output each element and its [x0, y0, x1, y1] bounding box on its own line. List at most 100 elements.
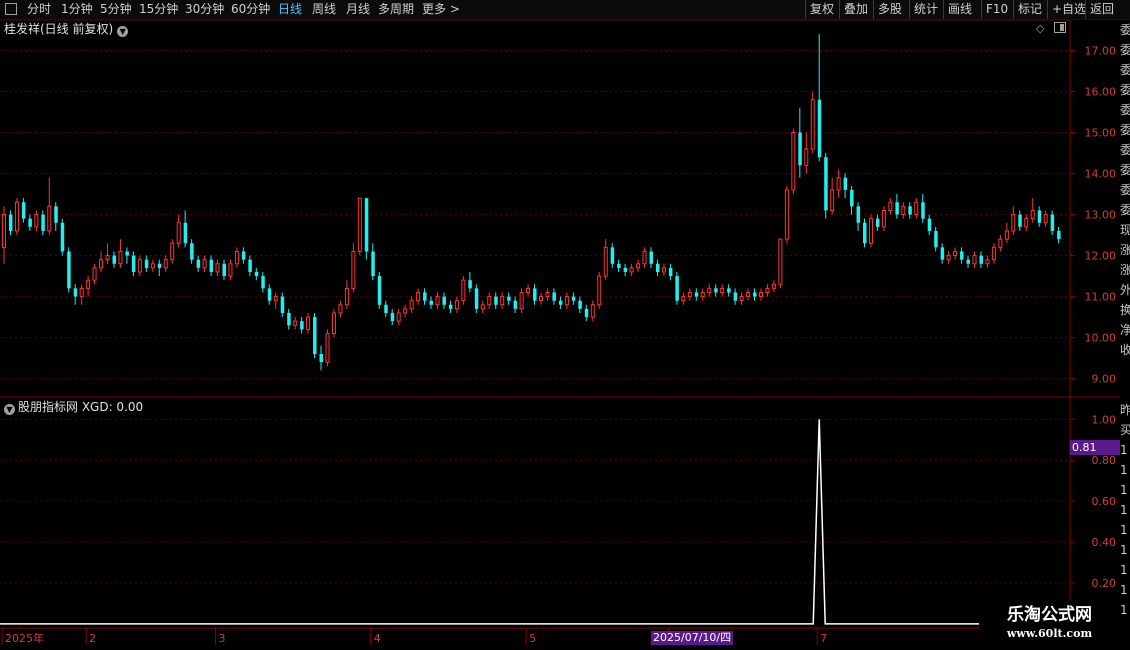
- kline-chart[interactable]: 9.0010.0011.0012.0013.0014.0015.0016.001…: [0, 0, 1130, 650]
- price-tick-label: 16.00: [1085, 86, 1117, 99]
- candle-body: [590, 304, 595, 318]
- panel-icons: ◇: [1036, 22, 1066, 35]
- price-tick-label: 10.00: [1085, 332, 1117, 345]
- candle-body: [112, 255, 116, 264]
- candle-body: [778, 238, 783, 285]
- candle-body: [998, 238, 1003, 248]
- indicator-tick-label: 0.80: [1092, 454, 1117, 467]
- time-axis-label: 2025年: [5, 631, 44, 645]
- time-axis-label: 5: [529, 632, 536, 645]
- candle-body: [927, 218, 932, 231]
- price-tick-label: 9.00: [1092, 373, 1117, 386]
- indicator-panel-title[interactable]: ▼ 股朋指标网 XGD: 0.00: [4, 399, 143, 415]
- candle-body: [791, 132, 796, 191]
- candle-body: [714, 288, 718, 293]
- candle-body: [14, 201, 19, 232]
- candle-body: [47, 205, 52, 232]
- candle-body: [2, 214, 6, 248]
- candle-body: [118, 250, 123, 265]
- price-tick-label: 13.00: [1085, 209, 1117, 222]
- candle-body: [934, 230, 938, 248]
- candle-body: [468, 280, 472, 289]
- candle-body: [287, 312, 291, 326]
- candle-body: [319, 353, 324, 363]
- candle-body: [474, 288, 479, 309]
- sidebar-glyph: 委: [1120, 183, 1130, 197]
- sidebar-glyph: 现: [1120, 223, 1130, 237]
- candle-body: [836, 177, 841, 191]
- candle-body: [991, 246, 996, 261]
- candle-body: [60, 222, 65, 252]
- candle-body: [170, 242, 175, 261]
- candle-body: [513, 300, 518, 309]
- indicator-tick-label: 0.60: [1092, 495, 1117, 508]
- watermark: 乐淘公式网 www.60lt.com: [979, 600, 1120, 645]
- time-axis-label: 7: [820, 632, 827, 645]
- candle-body: [99, 259, 104, 269]
- sidebar-glyph: 1: [1120, 543, 1128, 557]
- candle-body: [610, 247, 615, 264]
- candle-body: [416, 291, 421, 302]
- candle-body: [92, 267, 97, 281]
- price-tick-label: 14.00: [1085, 168, 1117, 181]
- candle-body: [526, 287, 531, 293]
- candle-body: [67, 251, 71, 289]
- candle-body: [817, 99, 822, 158]
- candle-body: [636, 263, 641, 269]
- sidebar-glyph: 净: [1120, 323, 1130, 337]
- sidebar-glyph: 涨: [1120, 243, 1130, 257]
- candle-body: [824, 157, 828, 211]
- sidebar-glyph: 委: [1120, 163, 1130, 177]
- candle-body: [209, 259, 214, 272]
- sidebar-glyph: 收: [1120, 343, 1130, 357]
- stock-title: 桂发祥(日线 前复权): [4, 22, 114, 36]
- candle-body: [881, 209, 886, 228]
- candle-body: [331, 312, 336, 334]
- sidebar-glyph: 1: [1120, 483, 1128, 497]
- candle-body: [423, 292, 427, 301]
- candle-body: [687, 291, 692, 298]
- candle-body: [804, 148, 809, 166]
- candle-body: [1030, 209, 1035, 220]
- sidebar-glyph: 委: [1120, 203, 1130, 217]
- candle-body: [746, 291, 751, 298]
- sidebar-glyph: 昨: [1120, 403, 1130, 417]
- candle-body: [649, 251, 653, 264]
- chevron-down-icon[interactable]: ▼: [117, 26, 129, 37]
- sidebar-glyph: [1120, 380, 1130, 400]
- candle-body: [642, 250, 647, 265]
- sidebar-glyph: 委: [1120, 123, 1130, 137]
- candle-body: [953, 250, 958, 257]
- candle-body: [727, 288, 731, 293]
- candle-body: [681, 296, 686, 302]
- main-panel-title[interactable]: 桂发祥(日线 前复权) ▼: [4, 21, 129, 37]
- candle-body: [131, 255, 136, 272]
- candle-body: [901, 205, 906, 216]
- candle-body: [150, 263, 155, 269]
- candle-body: [545, 291, 550, 298]
- candle-body: [707, 287, 712, 293]
- candle-body: [946, 255, 951, 261]
- sidebar-glyph: 买: [1120, 423, 1130, 437]
- candle-body: [895, 202, 899, 215]
- diamond-icon[interactable]: ◇: [1036, 22, 1044, 35]
- candle-body: [888, 201, 893, 211]
- indicator-tick-label: 0.40: [1092, 536, 1117, 549]
- candle-body: [390, 312, 395, 322]
- candle-body: [875, 218, 880, 227]
- candle-body: [1004, 230, 1009, 240]
- candle-body: [758, 291, 763, 298]
- sidebar-glyph: 委: [1120, 23, 1130, 37]
- sidebar-glyph: 1: [1120, 603, 1128, 617]
- candle-body: [533, 288, 537, 301]
- candle-body: [377, 276, 382, 305]
- candle-body: [617, 263, 621, 268]
- candle-body: [21, 202, 26, 219]
- candle-body: [753, 292, 757, 297]
- candle-body: [396, 312, 401, 322]
- candle-body: [675, 276, 679, 301]
- restore-window-icon[interactable]: [1053, 22, 1066, 33]
- chevron-down-icon[interactable]: ▼: [4, 404, 15, 415]
- indicator-tick-label: 0.20: [1092, 577, 1117, 590]
- crosshair-date-tag: 2025/07/10/四: [651, 631, 734, 645]
